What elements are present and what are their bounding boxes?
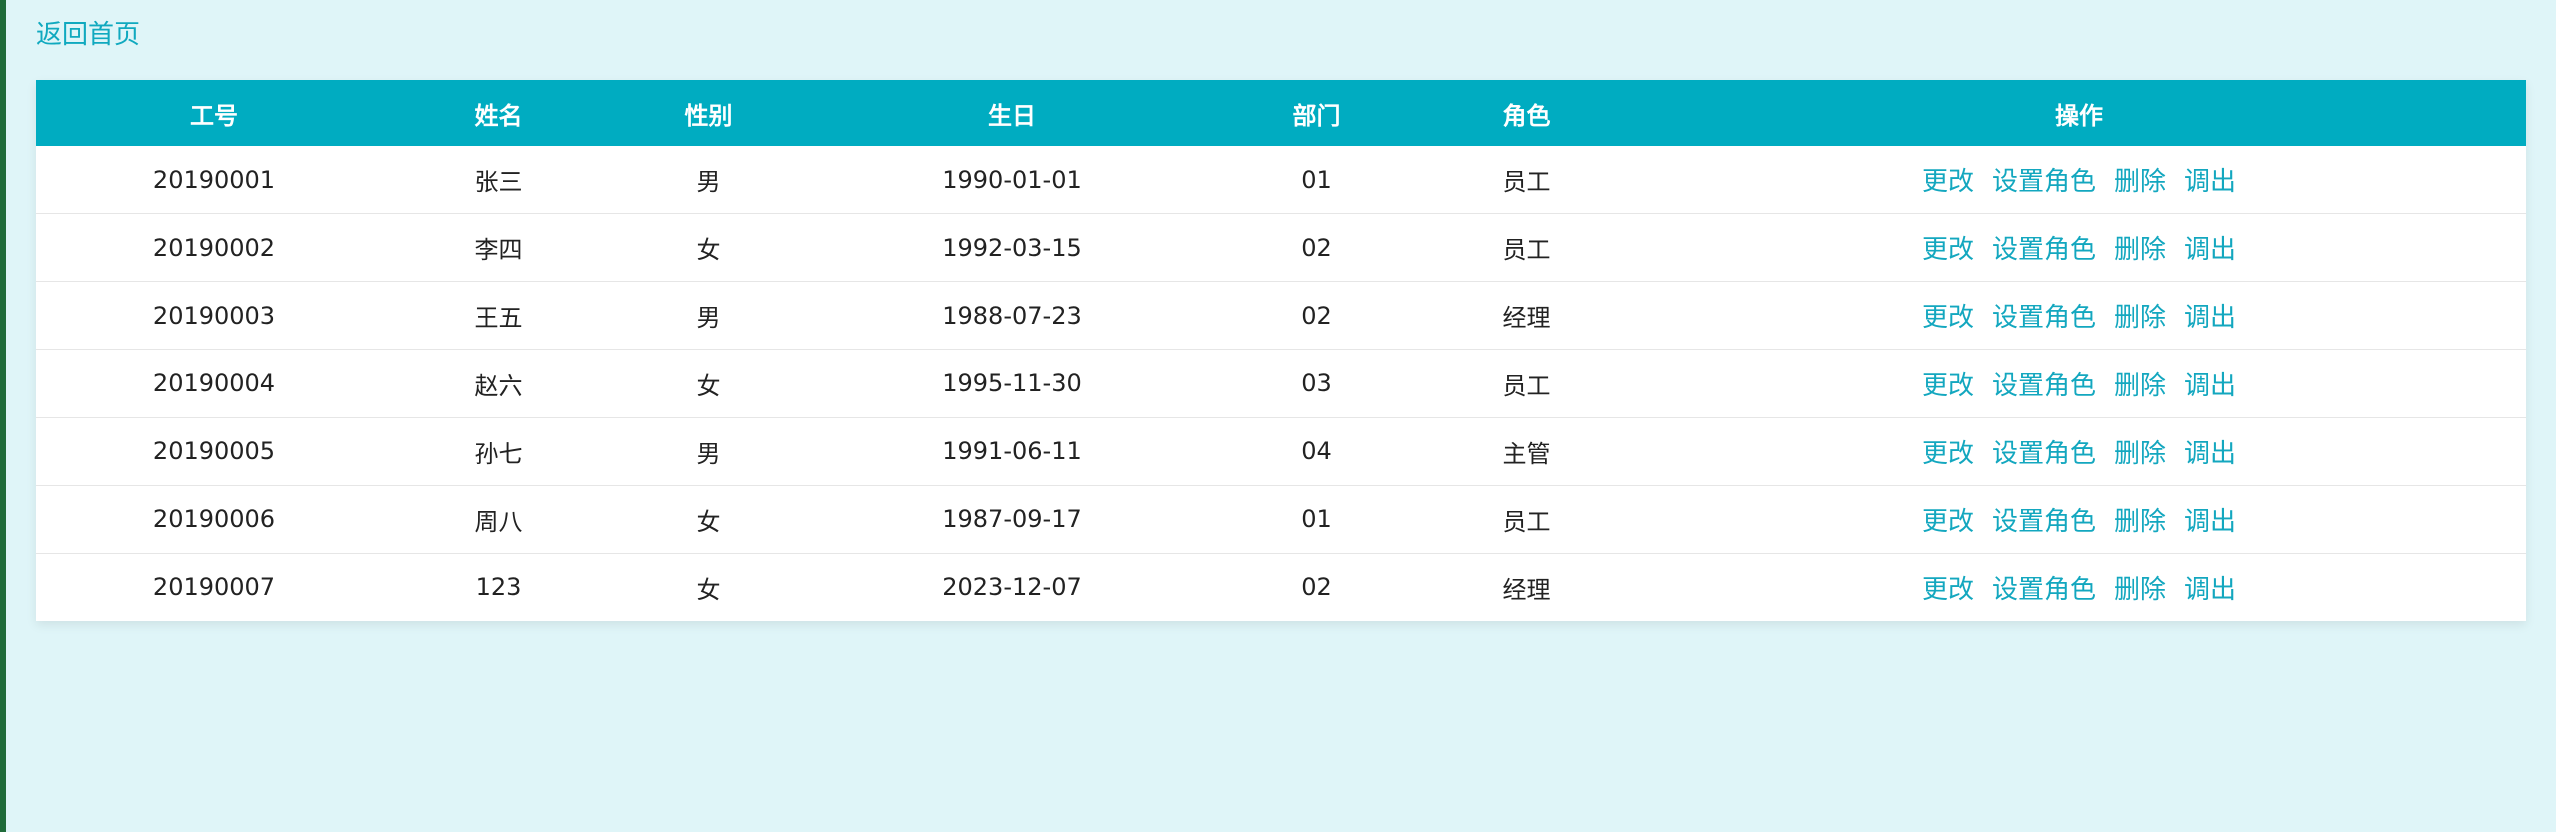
role-cell: 员工 [1502, 507, 1551, 536]
table-row: 20190005 孙七 男 1991-06-11 04 主管 更改 设置角色 删除 调出 [36, 417, 2526, 485]
employee-table-container: 工号 姓名 性别 生日 部门 角色 操作 20190001 张三男 1990-01-… [36, 80, 2526, 621]
employee-id-cell: 20190006 [152, 505, 276, 534]
header-actions: 操作 [2055, 101, 2103, 130]
edit-button[interactable]: 更改 [1922, 371, 1974, 401]
role-cell: 主管 [1502, 439, 1551, 468]
transfer-button[interactable]: 调出 [2184, 303, 2236, 333]
gender-cell: 男 [696, 304, 721, 333]
employee-id-cell: 20190007 [152, 573, 276, 602]
header-role: 角色 [1502, 101, 1551, 130]
set-role-button[interactable]: 设置角色 [1992, 167, 2096, 197]
delete-button[interactable]: 删除 [2114, 303, 2166, 333]
role-cell: 经理 [1502, 575, 1551, 604]
actions-cell: 更改 设置角色 删除 调出 [1632, 485, 2526, 553]
actions-cell: 更改 设置角色 删除 调出 [1632, 146, 2526, 214]
employee-id-cell: 20190001 [152, 165, 276, 194]
delete-button[interactable]: 删除 [2114, 507, 2166, 537]
edit-button[interactable]: 更改 [1922, 235, 1974, 265]
table-row: 20190007 123 女 2023-12-07 02 经理 更改 设置角色 删除 调出 [36, 553, 2526, 621]
name-cell: 孙七 [474, 439, 523, 468]
birthday-cell: 1992-03-15 [942, 233, 1082, 262]
header-employee-id: 工号 [190, 101, 238, 130]
actions-cell: 更改 设置角色 删除 调出 [1632, 417, 2526, 485]
birthday-cell: 1991-06-11 [942, 437, 1082, 466]
birthday-cell: 1995-11-30 [942, 369, 1082, 398]
transfer-button[interactable]: 调出 [2184, 235, 2236, 265]
name-cell: 赵六 [474, 371, 523, 400]
header-name: 姓名 [474, 101, 523, 130]
employee-id-cell: 20190002 [152, 233, 276, 262]
edit-button[interactable]: 更改 [1922, 575, 1974, 605]
role-cell: 员工 [1502, 236, 1551, 265]
department-cell: 02 [1301, 233, 1332, 262]
gender-cell: 女 [696, 371, 721, 400]
actions-cell: 更改 设置角色 删除 调出 [1632, 553, 2526, 621]
edit-button[interactable]: 更改 [1922, 303, 1974, 333]
delete-button[interactable]: 删除 [2114, 575, 2166, 605]
table-row: 20190006 周八 女 1987-09-17 01 员工 更改 设置角色 删除 调出 [36, 485, 2526, 553]
name-cell: 王五 [474, 304, 523, 333]
delete-button[interactable]: 删除 [2114, 167, 2166, 197]
name-cell: 张三 [474, 168, 523, 197]
department-cell: 01 [1301, 505, 1332, 534]
header-department: 部门 [1292, 101, 1341, 130]
delete-button[interactable]: 删除 [2114, 439, 2166, 469]
gender-cell: 男 [696, 168, 721, 197]
set-role-button[interactable]: 设置角色 [1992, 303, 2096, 333]
set-role-button[interactable]: 设置角色 [1992, 575, 2096, 605]
edit-button[interactable]: 更改 [1922, 507, 1974, 537]
set-role-button[interactable]: 设置角色 [1992, 507, 2096, 537]
delete-button[interactable]: 删除 [2114, 371, 2166, 401]
employee-id-cell: 20190004 [152, 369, 276, 398]
employee-id-cell: 20190003 [152, 301, 276, 330]
role-cell: 员工 [1502, 371, 1551, 400]
transfer-button[interactable]: 调出 [2184, 507, 2236, 537]
department-cell: 01 [1301, 165, 1332, 194]
set-role-button[interactable]: 设置角色 [1992, 371, 2096, 401]
transfer-button[interactable]: 调出 [2184, 371, 2236, 401]
set-role-button[interactable]: 设置角色 [1992, 235, 2096, 265]
actions-cell: 更改 设置角色 删除 调出 [1632, 350, 2526, 418]
name-cell: 123 [475, 573, 522, 602]
transfer-button[interactable]: 调出 [2184, 439, 2236, 469]
employee-table: 工号 姓名 性别 生日 部门 角色 操作 20190001 张三男 1990-01-… [36, 80, 2526, 621]
delete-button[interactable]: 删除 [2114, 235, 2166, 265]
birthday-cell: 1987-09-17 [942, 505, 1082, 534]
department-cell: 02 [1301, 301, 1332, 330]
gender-cell: 女 [696, 575, 721, 604]
department-cell: 03 [1301, 369, 1332, 398]
gender-cell: 女 [696, 236, 721, 265]
actions-cell: 更改 设置角色 删除 调出 [1632, 214, 2526, 282]
table-row: 20190001 张三 男 1990-01-01 01 员工 更改 设置角色 删除 调出 [36, 146, 2526, 214]
employee-id-cell: 20190005 [152, 437, 276, 466]
header-gender: 性别 [684, 101, 733, 130]
transfer-button[interactable]: 调出 [2184, 167, 2236, 197]
edit-button[interactable]: 更改 [1922, 439, 1974, 469]
birthday-cell: 1988-07-23 [942, 301, 1082, 330]
gender-cell: 男 [696, 439, 721, 468]
actions-cell: 更改 设置角色 删除 调出 [1632, 282, 2526, 350]
transfer-button[interactable]: 调出 [2184, 575, 2236, 605]
department-cell: 04 [1301, 437, 1332, 466]
back-home-link[interactable]: 返回首页 [36, 17, 140, 53]
birthday-cell: 2023-12-07 [942, 573, 1082, 602]
set-role-button[interactable]: 设置角色 [1992, 439, 2096, 469]
table-header-row: 工号 姓名 性别 生日 部门 角色 操作 [36, 80, 2526, 146]
edit-button[interactable]: 更改 [1922, 167, 1974, 197]
table-body: 20190001 张三男 1990-01-01 01 员工 更改 设置角色 删除 调出 20190… [36, 146, 2526, 621]
birthday-cell: 1990-01-01 [942, 165, 1082, 194]
table-row: 20190004 赵六 女 1995-11-30 03 员工 更改 设置角色 删除 调出 [36, 349, 2526, 418]
table-row: 20190002 李四 女 1992-03-15 02 员工 更改 设置角色 删除 调出 [36, 213, 2526, 282]
name-cell: 李四 [474, 236, 523, 265]
header-birthday: 生日 [988, 101, 1036, 130]
table-row: 20190003 王五 男 1988-07-23 02 经理 更改 设置角色 删除 调出 [36, 281, 2526, 350]
department-cell: 02 [1301, 573, 1332, 602]
gender-cell: 女 [696, 507, 721, 536]
role-cell: 员工 [1502, 168, 1551, 197]
name-cell: 周八 [474, 507, 523, 536]
role-cell: 经理 [1502, 304, 1551, 333]
window-left-edge [0, 0, 6, 832]
